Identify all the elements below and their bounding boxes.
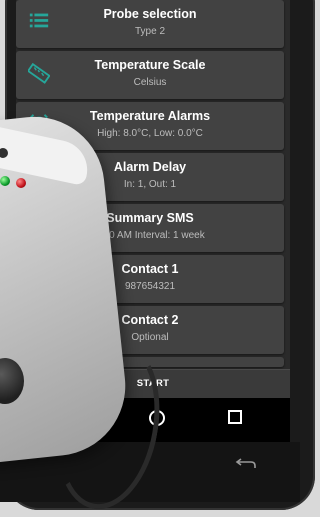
setting-probe-selection[interactable]: Probe selection Type 2 [16,0,284,48]
red-led [16,178,26,188]
back-icon[interactable] [235,457,257,469]
recent-apps-icon[interactable] [228,410,242,424]
setting-temperature-scale[interactable]: Temperature Scale Celsius [16,51,284,99]
setting-value: Celsius [133,77,167,88]
green-led [0,176,10,186]
setting-value: Type 2 [134,26,166,37]
setting-title: Probe selection [103,7,197,21]
setting-title: Temperature Scale [94,58,206,72]
